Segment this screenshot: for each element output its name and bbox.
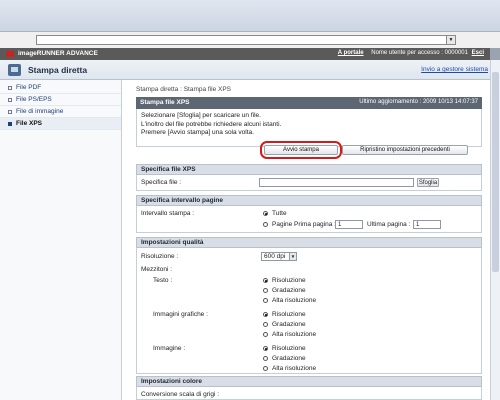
- text-group-label: Testo :: [153, 277, 173, 284]
- section-color: Conversione scala di grigi :: [136, 387, 482, 400]
- section-range: Intervallo stampa : Tutte Pagine Prima p…: [136, 206, 482, 233]
- file-path-input[interactable]: [259, 178, 414, 187]
- section-color-heading: Impostazioni colore: [136, 376, 482, 387]
- main-content: Stampa diretta : Stampa file XPS Stampa …: [132, 80, 486, 400]
- page-title: Stampa diretta: [28, 65, 88, 75]
- resolution-select[interactable]: 600 dpi ▼: [261, 252, 297, 261]
- panel-title: Stampa file XPS: [140, 99, 190, 106]
- option-label: Risoluzione: [272, 345, 306, 352]
- sidebar-item-label: File XPS: [16, 120, 43, 127]
- sidebar-item-pdf[interactable]: File PDF: [0, 82, 121, 94]
- breadcrumb: Stampa diretta : Stampa file XPS: [136, 86, 232, 93]
- header-user-area: A portale Nome utente per accesso : 0000…: [332, 50, 484, 56]
- option-label: Alta risoluzione: [272, 331, 317, 338]
- first-page-input[interactable]: 1: [335, 220, 363, 229]
- browse-button[interactable]: Sfoglia: [417, 178, 439, 187]
- logout-link[interactable]: Esci: [472, 50, 484, 56]
- image-group-label: Immagine :: [153, 345, 186, 352]
- direct-print-icon: [8, 64, 21, 76]
- sidebar-item-xps[interactable]: File XPS: [0, 118, 121, 130]
- sidebar-item-ps-eps[interactable]: File PS/EPS: [0, 94, 121, 106]
- option-label: Alta risoluzione: [272, 365, 317, 372]
- text-resolution-radio[interactable]: [263, 278, 268, 283]
- file-spec-label: Specifica file :: [141, 179, 182, 186]
- range-first-label: Pagine Prima pagina :: [272, 221, 336, 228]
- option-label: Gradazione: [272, 321, 306, 328]
- send-to-admin-link[interactable]: Invio a gestore sistema: [421, 66, 488, 73]
- option-label: Gradazione: [272, 355, 306, 362]
- address-bar[interactable]: ▼: [36, 35, 456, 45]
- browser-toolbar: [0, 0, 500, 32]
- graphics-group-label: Immagini grafiche :: [153, 311, 208, 318]
- range-label: Intervallo stampa :: [141, 210, 195, 217]
- chevron-down-icon: ▼: [289, 253, 296, 260]
- page-titlebar: Stampa diretta Invio a gestore sistema: [0, 60, 500, 80]
- section-quality: Risoluzione : 600 dpi ▼ Mezzitoni : Test…: [136, 248, 482, 374]
- bullet-icon: [8, 122, 12, 126]
- resolution-label: Risoluzione :: [141, 253, 179, 260]
- range-last-label: Ultima pagina :: [367, 221, 411, 228]
- bullet-icon: [8, 86, 12, 90]
- sidebar-item-image[interactable]: File di immagine: [0, 106, 121, 118]
- sidebar-item-label: File PDF: [16, 84, 42, 91]
- sidebar-item-label: File di immagine: [16, 108, 64, 115]
- print-xps-panel-header: Stampa file XPS Ultimo aggiornamento : 2…: [136, 97, 482, 109]
- option-label: Risoluzione: [272, 277, 306, 284]
- halftone-label: Mezzitoni :: [141, 266, 173, 273]
- section-file-spec: Specifica file : Sfoglia: [136, 175, 482, 191]
- intro-line: L'inoltro del file potrebbe richiedere a…: [141, 120, 282, 128]
- restore-settings-button[interactable]: Ripristino impostazioni precedenti: [342, 145, 468, 155]
- option-label: Alta risoluzione: [272, 297, 317, 304]
- app-header: imageRUNNER ADVANCE A portale Nome utent…: [0, 48, 500, 60]
- graphics-resolution-radio[interactable]: [263, 312, 268, 317]
- last-page-input[interactable]: 1: [413, 220, 441, 229]
- section-range-heading: Specifica intervallo pagine: [136, 195, 482, 206]
- scrollbar-thumb[interactable]: [492, 72, 499, 272]
- brand-logo-icon: [6, 51, 14, 57]
- image-gradation-radio[interactable]: [263, 356, 268, 361]
- range-all-label: Tutte: [272, 210, 287, 217]
- sidebar-item-label: File PS/EPS: [16, 96, 52, 103]
- graphics-high-res-radio[interactable]: [263, 332, 268, 337]
- last-update: Ultimo aggiornamento : 2009 10/13 14:07:…: [359, 99, 478, 105]
- gray-conversion-label: Conversione scala di grigi :: [141, 391, 220, 398]
- intro-line: Premere [Avvio stampa] una sola volta.: [141, 129, 254, 136]
- section-quality-heading: Impostazioni qualità: [136, 237, 482, 248]
- range-pages-radio[interactable]: [263, 222, 268, 227]
- text-gradation-radio[interactable]: [263, 288, 268, 293]
- bullet-icon: [8, 98, 12, 102]
- brand-name: imageRUNNER ADVANCE: [18, 50, 98, 57]
- address-dropdown-icon[interactable]: ▼: [446, 36, 455, 44]
- text-high-res-radio[interactable]: [263, 298, 268, 303]
- range-all-radio[interactable]: [263, 211, 268, 216]
- user-label: Nome utente per accesso : 0000001: [371, 50, 468, 56]
- intro-line: Selezionare [Sfoglia] per scaricare un f…: [141, 112, 261, 119]
- sidebar: File PDF File PS/EPS File di immagine Fi…: [0, 80, 122, 400]
- graphics-gradation-radio[interactable]: [263, 322, 268, 327]
- page-scrollbar[interactable]: [490, 60, 500, 400]
- option-label: Gradazione: [272, 287, 306, 294]
- option-label: Risoluzione: [272, 311, 306, 318]
- section-file-spec-heading: Specifica file XPS: [136, 164, 482, 175]
- bullet-icon: [8, 110, 12, 114]
- start-print-button[interactable]: Avvio stampa: [264, 145, 338, 155]
- header-scroll-cap: [490, 48, 500, 60]
- portal-link[interactable]: A portale: [338, 50, 364, 56]
- image-high-res-radio[interactable]: [263, 366, 268, 371]
- image-resolution-radio[interactable]: [263, 346, 268, 351]
- resolution-value: 600 dpi: [264, 253, 286, 260]
